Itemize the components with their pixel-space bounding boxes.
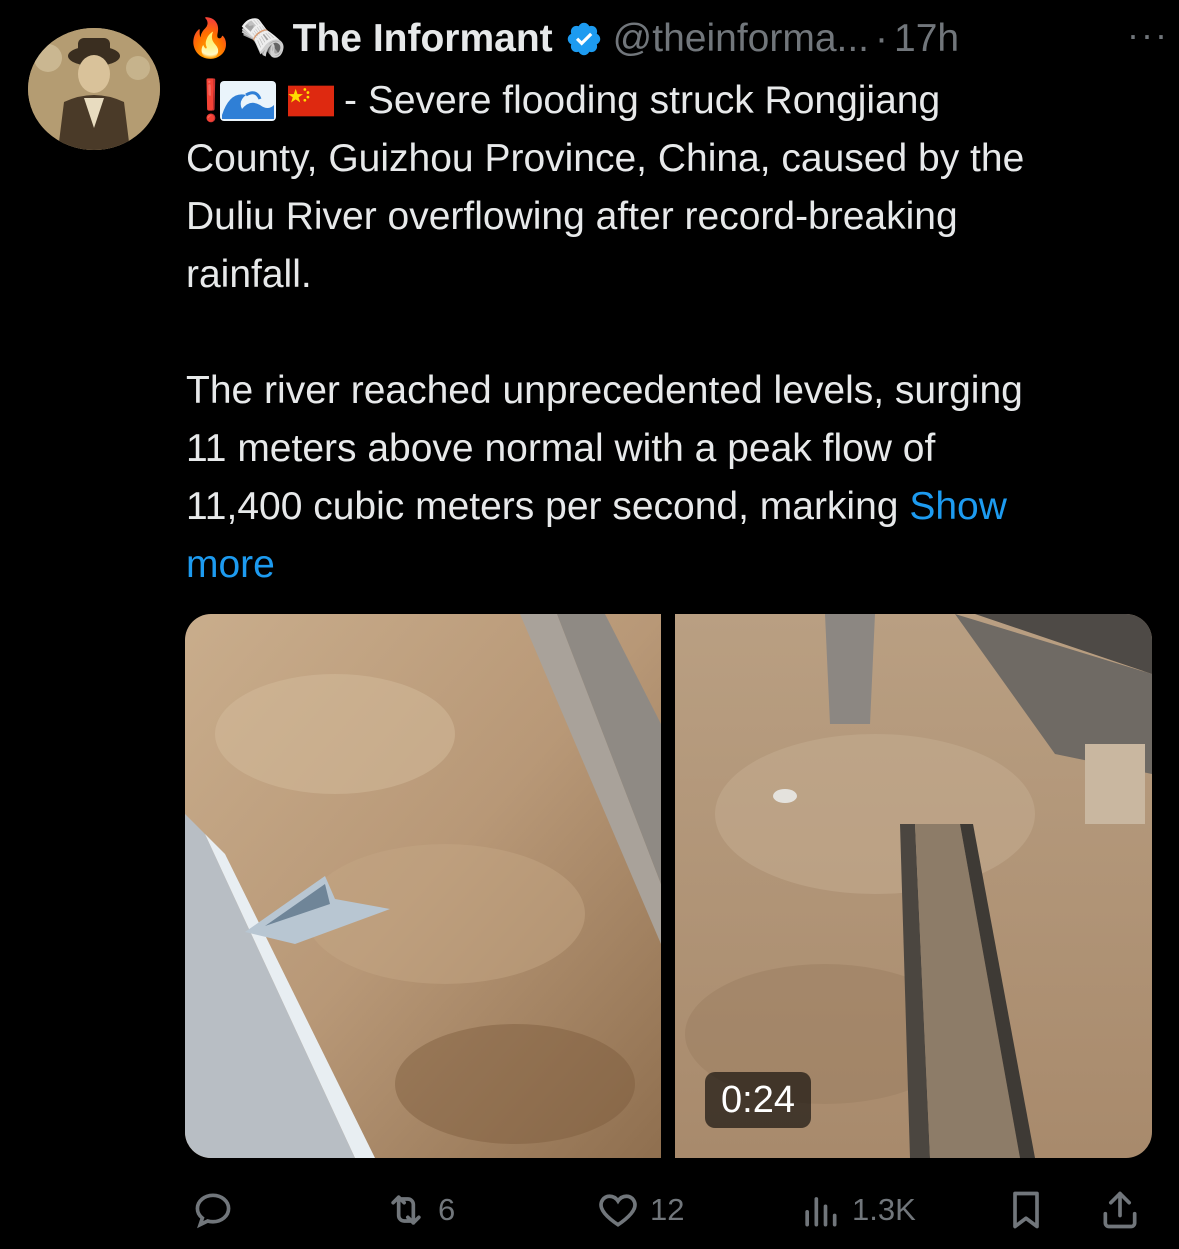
separator-dot: · — [875, 17, 889, 60]
views-button[interactable]: 1.3K — [798, 1180, 916, 1240]
bookmark-icon — [1013, 1191, 1039, 1229]
share-button[interactable] — [1098, 1180, 1142, 1240]
retweet-count: 6 — [438, 1192, 456, 1227]
views-count: 1.3K — [852, 1192, 916, 1227]
flood-video-frame-left[interactable] — [185, 614, 661, 1158]
tweet-text-paragraph1: County, Guizhou Province, China, caused … — [186, 137, 1025, 296]
fire-emoji: 🔥 — [186, 18, 234, 60]
china-flag-icon — [288, 85, 334, 117]
reply-button[interactable] — [191, 1180, 245, 1240]
tweet-timestamp[interactable]: 17h — [894, 17, 959, 61]
video-duration: 0:24 — [705, 1072, 811, 1128]
tweet-action-bar: 6 12 1.3K — [186, 1180, 1151, 1240]
verified-badge-icon — [567, 22, 600, 56]
reply-icon — [195, 1193, 231, 1229]
retweet-button[interactable]: 6 — [384, 1180, 455, 1240]
bookmark-button[interactable] — [1004, 1180, 1048, 1240]
views-chart-icon — [805, 1197, 837, 1227]
heart-icon — [599, 1194, 637, 1227]
tweet-text-line1: - Severe flooding struck Rongjiang — [344, 79, 941, 122]
tweet-text: ❗ - Severe flooding struck Rongjiang Cou… — [186, 72, 1161, 594]
tweet-text-paragraph2-body: The river reached unprecedented levels, … — [186, 369, 1023, 528]
like-button[interactable]: 12 — [596, 1180, 684, 1240]
author-name[interactable]: The Informant — [293, 17, 553, 61]
avatar[interactable] — [28, 28, 160, 150]
retweet-icon — [391, 1195, 421, 1225]
tweet-text-paragraph2: The river reached unprecedented levels, … — [186, 362, 1161, 594]
tweet-header: 🔥 🗞️ The Informant @theinforma... · 17h — [186, 14, 1166, 64]
share-icon — [1103, 1191, 1137, 1229]
media-container[interactable]: 0:24 — [185, 614, 1152, 1158]
newspaper-emoji: 🗞️ — [239, 18, 287, 60]
exclamation-emoji: ❗ — [186, 79, 236, 123]
author-handle[interactable]: @theinforma... — [613, 17, 869, 61]
wave-emoji-icon — [220, 81, 276, 121]
more-options-icon[interactable]: ··· — [1127, 14, 1169, 56]
like-count: 12 — [650, 1192, 685, 1227]
